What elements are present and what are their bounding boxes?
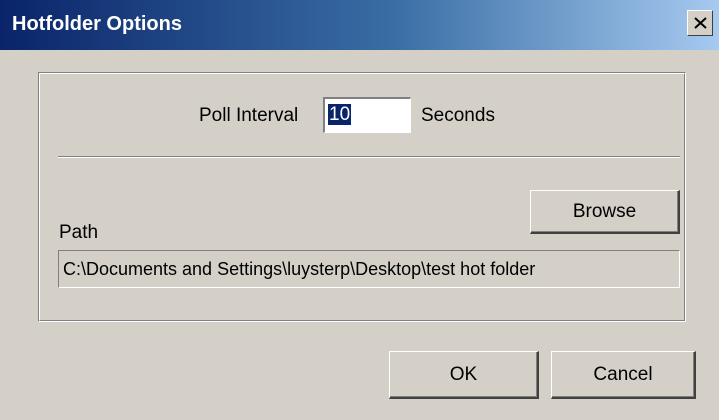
path-field[interactable]: C:\Documents and Settings\luysterp\Deskt…	[58, 250, 680, 288]
title-bar[interactable]: Hotfolder Options	[0, 0, 719, 50]
seconds-unit-label: Seconds	[421, 105, 495, 126]
close-button[interactable]	[687, 10, 713, 36]
path-label: Path	[59, 222, 99, 243]
browse-button[interactable]: Browse	[530, 190, 680, 234]
hotfolder-options-dialog: Hotfolder Options Poll Interval 10 Secon…	[0, 0, 719, 420]
poll-interval-value: 10	[328, 104, 352, 125]
separator	[58, 156, 680, 158]
close-icon	[694, 17, 707, 29]
window-title: Hotfolder Options	[12, 13, 182, 35]
poll-interval-label: Poll Interval	[199, 105, 299, 126]
cancel-button[interactable]: Cancel	[551, 351, 696, 399]
poll-interval-input[interactable]: 10	[323, 97, 411, 133]
ok-button[interactable]: OK	[389, 351, 539, 399]
